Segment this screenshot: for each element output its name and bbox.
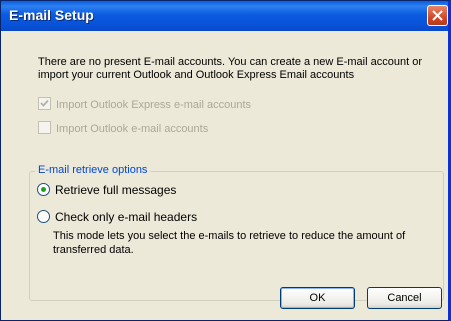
- checkbox-box[interactable]: [38, 121, 51, 134]
- import-outlook-express-label: Import Outlook Express e-mail accounts: [56, 99, 252, 111]
- ok-button[interactable]: OK: [280, 287, 355, 309]
- close-icon: [432, 10, 443, 21]
- headers-mode-description: This mode lets you select the e-mails to…: [53, 230, 406, 256]
- radio-selected-dot: [41, 187, 46, 192]
- close-button[interactable]: [427, 5, 448, 26]
- dialog-body: There are no present E-mail accounts. Yo…: [1, 31, 448, 320]
- window-title: E-mail Setup: [9, 7, 94, 23]
- retrieve-full-messages-radio[interactable]: Retrieve full messages: [37, 183, 176, 197]
- radio-button[interactable]: [37, 210, 50, 223]
- email-setup-dialog: E-mail Setup There are no present E-mail…: [0, 0, 451, 321]
- cancel-button[interactable]: Cancel: [367, 287, 442, 309]
- import-outlook-checkbox[interactable]: Import Outlook e-mail accounts: [38, 121, 208, 135]
- import-outlook-label: Import Outlook e-mail accounts: [56, 123, 209, 135]
- retrieve-full-messages-label: Retrieve full messages: [55, 183, 177, 197]
- checkbox-box[interactable]: [38, 97, 51, 110]
- import-outlook-express-checkbox[interactable]: Import Outlook Express e-mail accounts: [38, 97, 251, 111]
- retrieve-options-legend: E-mail retrieve options: [35, 164, 151, 176]
- checkmark-icon: [40, 99, 49, 107]
- radio-button[interactable]: [37, 183, 50, 196]
- intro-text: There are no present E-mail accounts. Yo…: [38, 56, 422, 81]
- check-headers-only-radio[interactable]: Check only e-mail headers: [37, 210, 197, 224]
- title-bar[interactable]: E-mail Setup: [1, 1, 448, 31]
- check-headers-only-label: Check only e-mail headers: [55, 210, 198, 224]
